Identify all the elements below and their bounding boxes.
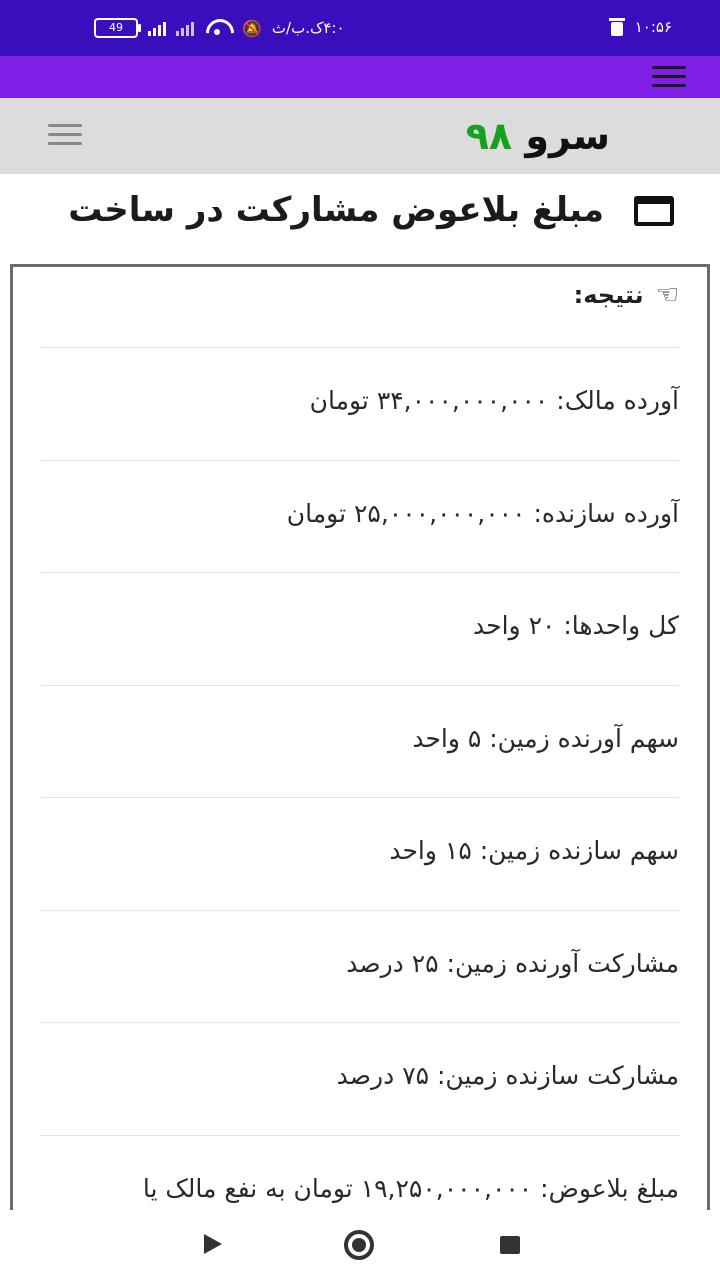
status-bar: 49 🔕 ۴:۰ک.ب/ث ۱۰:۵۶	[0, 0, 720, 56]
back-icon[interactable]	[204, 1234, 222, 1254]
result-row-landowner-share: سهم آورنده زمین: ۵ واحد	[412, 724, 679, 753]
signal-icon	[148, 20, 166, 36]
divider	[41, 1022, 679, 1023]
divider	[41, 572, 679, 573]
page-title: مبلغ بلاعوض مشارکت در ساخت	[68, 190, 604, 230]
result-row-gratuitous-amount: مبلغ بلاعوض: ۱۹,۲۵۰,۰۰۰,۰۰۰ تومان به نفع…	[142, 1174, 679, 1203]
status-left: 49 🔕 ۴:۰ک.ب/ث	[94, 18, 345, 38]
recent-apps-icon[interactable]	[500, 1236, 520, 1254]
divider	[41, 797, 679, 798]
app-bar	[0, 56, 720, 98]
menu-icon[interactable]	[652, 66, 686, 88]
divider	[41, 910, 679, 911]
navigation-bar	[0, 1210, 720, 1280]
result-row-builder-contribution: آورده سازنده: ۲۵,۰۰۰,۰۰۰,۰۰۰ تومان	[286, 499, 679, 528]
result-row-builder-percent: مشارکت سازنده زمین: ۷۵ درصد	[336, 1061, 679, 1090]
site-menu-icon[interactable]	[48, 124, 82, 146]
divider	[41, 1135, 679, 1136]
signal-icon-2	[176, 20, 194, 36]
home-icon[interactable]	[344, 1230, 374, 1260]
status-time-left: ۴:۰ک.ب/ث	[271, 19, 345, 37]
divider	[41, 685, 679, 686]
result-row-owner-contribution: آورده مالک: ۳۴,۰۰۰,۰۰۰,۰۰۰ تومان	[309, 386, 679, 415]
divider	[41, 347, 679, 348]
logo-text: سرو	[525, 114, 610, 158]
result-heading: ☜ نتیجه:	[574, 281, 679, 309]
logo-number: ۹۸	[465, 114, 513, 158]
result-row-builder-share: سهم سازنده زمین: ۱۵ واحد	[389, 836, 679, 865]
result-card: ☜ نتیجه: آورده مالک: ۳۴,۰۰۰,۰۰۰,۰۰۰ توما…	[10, 264, 710, 1224]
status-clock: ۱۰:۵۶	[634, 18, 672, 36]
pointing-hand-icon: ☜	[655, 280, 679, 310]
mute-icon: 🔕	[242, 18, 262, 38]
divider	[41, 460, 679, 461]
site-header: سرو ۹۸	[0, 98, 720, 174]
wifi-icon	[204, 19, 232, 37]
page-title-row: مبلغ بلاعوض مشارکت در ساخت	[0, 180, 720, 250]
window-icon	[634, 196, 674, 226]
status-right: ۱۰:۵۶	[608, 18, 672, 36]
site-logo[interactable]: سرو ۹۸	[466, 114, 610, 158]
result-row-total-units: کل واحدها: ۲۰ واحد	[473, 611, 679, 640]
trash-icon	[608, 18, 625, 36]
battery-icon: 49	[94, 18, 141, 38]
result-heading-label: نتیجه:	[573, 281, 644, 309]
result-row-landowner-percent: مشارکت آورنده زمین: ۲۵ درصد	[346, 949, 679, 978]
